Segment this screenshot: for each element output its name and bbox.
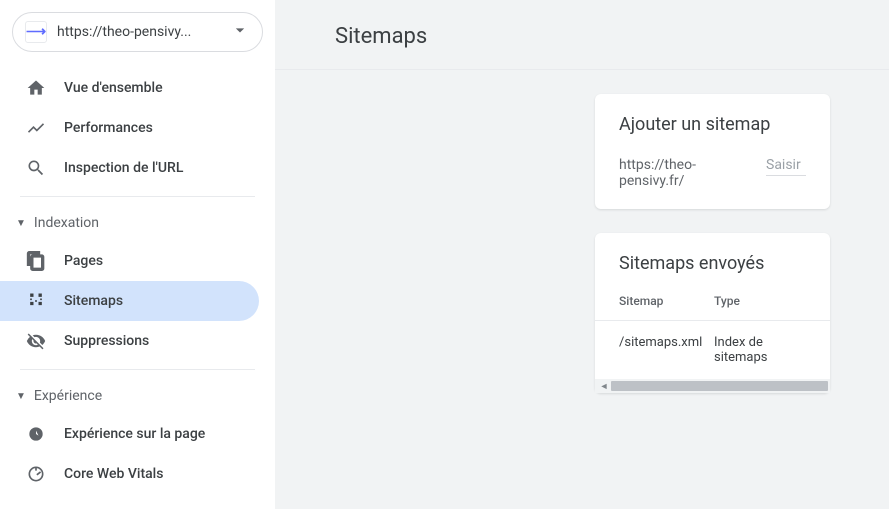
- url-prefix: https://theo-pensivy.fr/: [619, 157, 760, 189]
- card-title: Ajouter un sitemap: [595, 94, 830, 155]
- sent-sitemaps-card: Sitemaps envoyés Sitemap Type /sitemaps.…: [595, 233, 830, 393]
- nav-section-indexing[interactable]: ▼ Indexation: [0, 205, 275, 241]
- nav-label: Expérience sur la page: [64, 426, 205, 442]
- col-header-sitemap: Sitemap: [619, 294, 714, 308]
- table-header: Sitemap Type: [595, 294, 830, 321]
- search-icon: [24, 156, 48, 180]
- card-title: Sitemaps envoyés: [595, 233, 830, 294]
- speed-icon: [24, 462, 48, 486]
- sitemap-icon: [24, 289, 48, 313]
- add-sitemap-body: https://theo-pensivy.fr/: [595, 155, 830, 209]
- add-sitemap-card: Ajouter un sitemap https://theo-pensivy.…: [595, 94, 830, 209]
- scrollbar-thumb[interactable]: [611, 381, 828, 391]
- property-favicon: ⟶: [25, 21, 47, 43]
- chevron-down-icon: [230, 20, 250, 44]
- nav-label: Inspection de l'URL: [64, 160, 183, 176]
- nav-pages[interactable]: Pages: [0, 241, 259, 281]
- divider: [20, 196, 255, 197]
- sitemap-url-input[interactable]: [766, 155, 806, 176]
- caret-down-icon: ▼: [16, 218, 26, 229]
- nav-url-inspection[interactable]: Inspection de l'URL: [0, 148, 259, 188]
- nav-label: Sitemaps: [64, 293, 123, 309]
- nav-overview[interactable]: Vue d'ensemble: [0, 68, 259, 108]
- divider: [20, 369, 255, 370]
- nav-label: Suppressions: [64, 333, 149, 349]
- pages-icon: [24, 249, 48, 273]
- nav-sitemaps[interactable]: Sitemaps: [0, 281, 259, 321]
- nav-label: Performances: [64, 120, 153, 136]
- caret-down-icon: ▼: [16, 391, 26, 402]
- section-label: Expérience: [34, 388, 102, 404]
- scroll-left-icon: ◄: [597, 380, 611, 392]
- horizontal-scrollbar[interactable]: ◄: [595, 379, 830, 393]
- section-label: Indexation: [34, 215, 99, 231]
- favicon-glyph: ⟶: [26, 24, 46, 40]
- property-selector[interactable]: ⟶ https://theo-pensivy...: [12, 12, 263, 52]
- nav-label: Vue d'ensemble: [64, 80, 163, 96]
- home-icon: [24, 76, 48, 100]
- cell-sitemap: /sitemaps.xml: [619, 335, 714, 365]
- col-header-type: Type: [714, 294, 806, 308]
- nav-core-web-vitals[interactable]: Core Web Vitals: [0, 454, 259, 494]
- table-row[interactable]: /sitemaps.xml Index de sitemaps: [595, 321, 830, 379]
- trending-icon: [24, 116, 48, 140]
- content-area: Ajouter un sitemap https://theo-pensivy.…: [275, 70, 889, 509]
- nav-label: Pages: [64, 253, 103, 269]
- cell-type: Index de sitemaps: [714, 335, 806, 365]
- sidebar: ⟶ https://theo-pensivy... Vue d'ensemble…: [0, 0, 275, 509]
- nav-removals[interactable]: Suppressions: [0, 321, 259, 361]
- page-title: Sitemaps: [275, 24, 889, 70]
- nav-label: Core Web Vitals: [64, 466, 163, 482]
- main-content: Sitemaps Ajouter un sitemap https://theo…: [275, 0, 889, 509]
- page-experience-icon: [24, 422, 48, 446]
- visibility-off-icon: [24, 329, 48, 353]
- nav-performance[interactable]: Performances: [0, 108, 259, 148]
- property-url: https://theo-pensivy...: [57, 24, 222, 40]
- nav-section-experience[interactable]: ▼ Expérience: [0, 378, 275, 414]
- nav-page-experience[interactable]: Expérience sur la page: [0, 414, 259, 454]
